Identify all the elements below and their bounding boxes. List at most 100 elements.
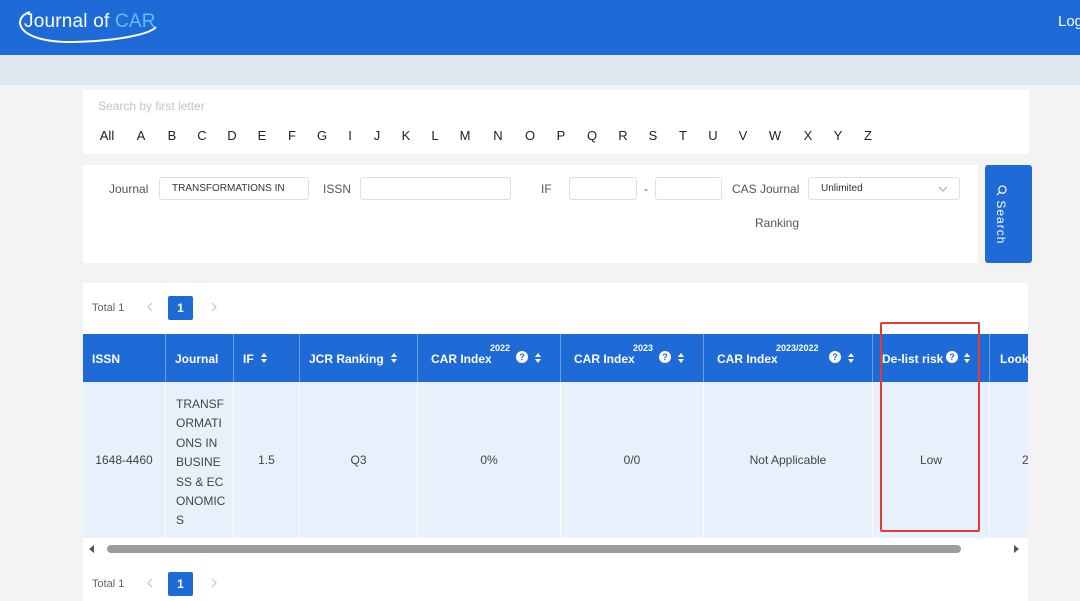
chevron-left-icon <box>146 578 152 588</box>
letter-search-panel: Search by first letter All A B C D E F G I J K L M N O… <box>83 90 1029 154</box>
if-min-input[interactable] <box>569 177 637 200</box>
sort-icon[interactable] <box>390 352 398 364</box>
letter-filter-c[interactable]: C <box>192 128 212 143</box>
letter-filter-o[interactable]: O <box>520 128 540 143</box>
cell-car-2022: 0% <box>418 382 561 538</box>
letter-filter-b[interactable]: B <box>162 128 182 143</box>
cell-issn-value: 1648-4460 <box>95 453 153 467</box>
letter-filter-s[interactable]: S <box>643 128 663 143</box>
page-number-1[interactable]: 1 <box>168 572 193 596</box>
table-header: ISSN Journal IF JCR Ranking CAR Index 20… <box>83 334 1029 382</box>
journal-name-line: SS & EC <box>176 474 224 489</box>
col-car-ratio-label: CAR Index <box>717 352 778 366</box>
prev-page-button[interactable] <box>137 296 162 320</box>
help-icon[interactable]: ? <box>516 351 528 363</box>
if-label: IF <box>541 182 552 196</box>
col-car-2022-label: CAR Index <box>431 352 492 366</box>
journal-name-line: S <box>176 513 185 528</box>
help-icon[interactable]: ? <box>946 351 958 363</box>
letter-filter-e[interactable]: E <box>252 128 272 143</box>
cell-car-2022-value: 0% <box>480 453 498 467</box>
cell-look-value: 2 <box>1022 453 1029 467</box>
col-car-index-ratio[interactable]: CAR Index 2023/2022 ? <box>704 334 873 382</box>
cell-look[interactable]: 2 <box>990 382 1029 538</box>
letter-filter-m[interactable]: M <box>455 128 475 143</box>
col-car-index-2023[interactable]: CAR Index 2023 ? <box>561 334 704 382</box>
col-delist-label: De-list risk <box>882 352 944 366</box>
letter-filter-y[interactable]: Y <box>828 128 848 143</box>
journal-input[interactable]: TRANSFORMATIONS IN <box>159 177 309 200</box>
sort-icon[interactable] <box>963 352 971 364</box>
sort-icon[interactable] <box>260 352 268 364</box>
col-if-label: IF <box>243 352 254 366</box>
issn-input[interactable] <box>360 177 511 200</box>
help-icon[interactable]: ? <box>659 351 671 363</box>
prev-page-button[interactable] <box>137 572 162 596</box>
letter-filter-j[interactable]: J <box>367 128 387 143</box>
if-max-input[interactable] <box>655 177 722 200</box>
login-link[interactable]: Log <box>1058 13 1080 30</box>
col-delist-risk[interactable]: De-list risk ? <box>873 334 990 382</box>
letter-filter-f[interactable]: F <box>282 128 302 143</box>
col-jcr-ranking[interactable]: JCR Ranking <box>300 334 418 382</box>
sort-icon[interactable] <box>677 352 685 364</box>
sort-icon[interactable] <box>534 352 542 364</box>
letter-filter-w[interactable]: W <box>765 128 785 143</box>
cas-label-ranking: Ranking <box>755 216 800 230</box>
col-car-2022-year: 2022 <box>490 343 511 353</box>
cell-issn: 1648-4460 <box>83 382 166 538</box>
letter-filter-d[interactable]: D <box>222 128 242 143</box>
chevron-right-icon <box>211 302 217 312</box>
journal-name-line: ORMATI <box>176 416 222 431</box>
next-page-button[interactable] <box>201 296 226 320</box>
col-look-label: Look <box>1000 352 1029 366</box>
letter-filter-i[interactable]: I <box>340 128 360 143</box>
col-car-2023-label: CAR Index <box>574 352 635 366</box>
letter-filter-l[interactable]: L <box>425 128 445 143</box>
header-band <box>0 55 1080 85</box>
site-logo[interactable]: Journal of CAR <box>14 5 164 45</box>
letter-filter-g[interactable]: G <box>312 128 332 143</box>
letter-filter-v[interactable]: V <box>733 128 753 143</box>
scroll-left-icon[interactable] <box>89 545 94 553</box>
help-icon[interactable]: ? <box>829 351 841 363</box>
letter-filter-x[interactable]: X <box>798 128 818 143</box>
journal-name-line: ONS IN <box>176 435 218 450</box>
sort-icon[interactable] <box>847 352 855 364</box>
letter-filter-a[interactable]: A <box>131 128 151 143</box>
letter-filter-z[interactable]: Z <box>858 128 878 143</box>
page-number-1[interactable]: 1 <box>168 296 193 320</box>
cas-ranking-select[interactable]: Unlimited <box>808 177 960 200</box>
search-button-label: Search <box>994 200 1008 245</box>
col-if[interactable]: IF <box>234 334 300 382</box>
search-button[interactable]: Search <box>985 165 1032 263</box>
letter-filter-r[interactable]: R <box>613 128 633 143</box>
journal-name-line: TRANSF <box>176 397 224 411</box>
next-page-button[interactable] <box>201 572 226 596</box>
scroll-right-icon[interactable] <box>1014 545 1019 553</box>
letter-filter-n[interactable]: N <box>488 128 508 143</box>
letter-filter-t[interactable]: T <box>673 128 693 143</box>
col-issn-label: ISSN <box>92 352 121 366</box>
horizontal-scrollbar[interactable] <box>83 542 1028 556</box>
search-button-content: Search <box>994 185 1008 245</box>
cell-journal[interactable]: TRANSF ORMATI ONS IN BUSINE SS & EC ONOMIC S <box>166 382 234 538</box>
letter-filter-p[interactable]: P <box>551 128 571 143</box>
letter-filter-all[interactable]: All <box>97 128 117 143</box>
results-panel: Total 1 1 ISSN Journal IF JCR Ranking CA… <box>83 283 1029 601</box>
journal-name-line: ONOMIC <box>176 494 226 509</box>
chevron-down-icon <box>938 186 948 192</box>
letter-filter-u[interactable]: U <box>703 128 723 143</box>
col-journal-label: Journal <box>175 352 219 366</box>
col-jcr-label: JCR Ranking <box>309 352 384 366</box>
col-car-index-2022[interactable]: CAR Index 2022 ? <box>418 334 561 382</box>
cell-delist-risk-value: Low <box>919 453 942 467</box>
issn-label: ISSN <box>323 182 352 196</box>
col-look: Look <box>990 334 1029 382</box>
table-row[interactable]: 1648-4460 TRANSF ORMATI ONS IN BUSINE SS & E… <box>83 382 1029 538</box>
letter-filter-q[interactable]: Q <box>582 128 602 143</box>
cell-car-2023: 0/0 <box>561 382 704 538</box>
filter-panel: Journal TRANSFORMATIONS IN ISSN IF - CAS… <box>83 165 978 263</box>
scrollbar-thumb[interactable] <box>107 545 961 553</box>
letter-filter-k[interactable]: K <box>396 128 416 143</box>
